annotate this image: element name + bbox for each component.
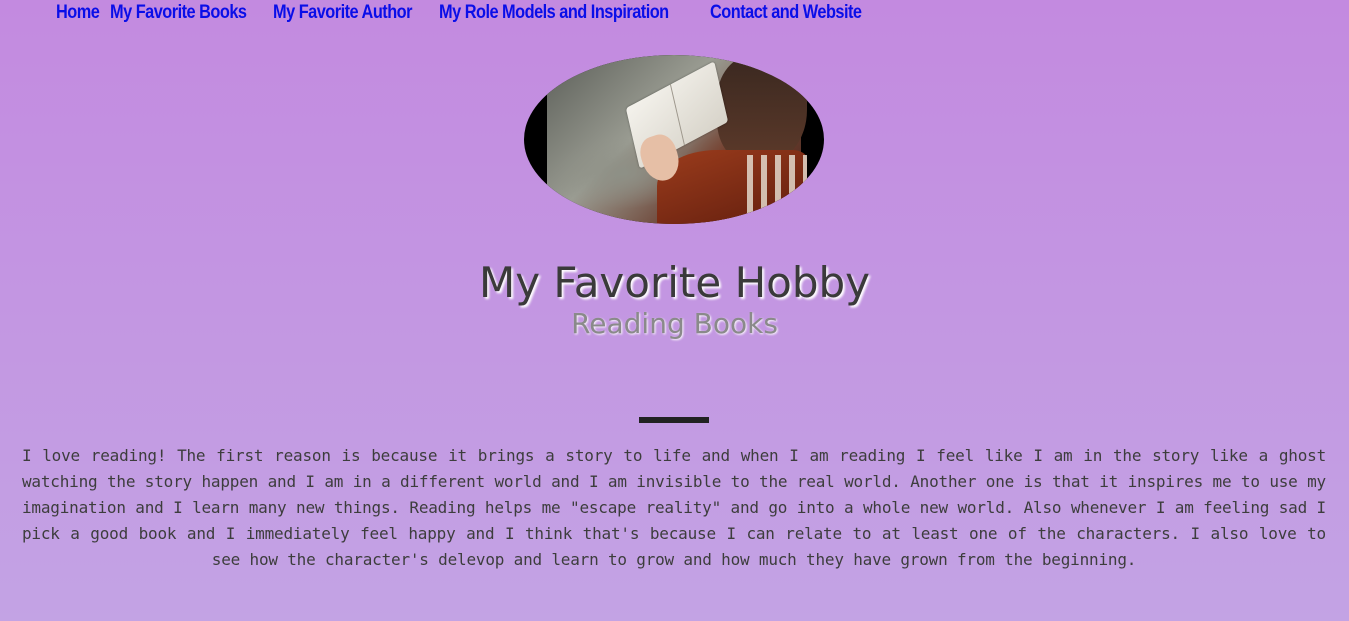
hero-photo (547, 55, 807, 224)
nav-link-favorite-author[interactable]: My Favorite Author (273, 2, 413, 24)
hero-hair (717, 55, 807, 165)
nav-link-role-models[interactable]: My Role Models and Inspiration (439, 2, 669, 24)
page-title: My Favorite Hobby (478, 258, 871, 307)
hero-chair (747, 155, 807, 224)
section-divider (639, 417, 709, 423)
top-nav: Home My Favorite Books My Favorite Autho… (56, 0, 872, 26)
nav-link-home[interactable]: Home (56, 2, 100, 24)
page-subtitle: Reading Books (571, 307, 778, 340)
hobby-description: I love reading! The first reason is beca… (22, 446, 1326, 569)
nav-link-favorite-books[interactable]: My Favorite Books (110, 2, 247, 24)
nav-link-contact[interactable]: Contact and Website (710, 2, 862, 24)
hero-image (524, 55, 824, 224)
hero-book-spine (670, 84, 685, 146)
